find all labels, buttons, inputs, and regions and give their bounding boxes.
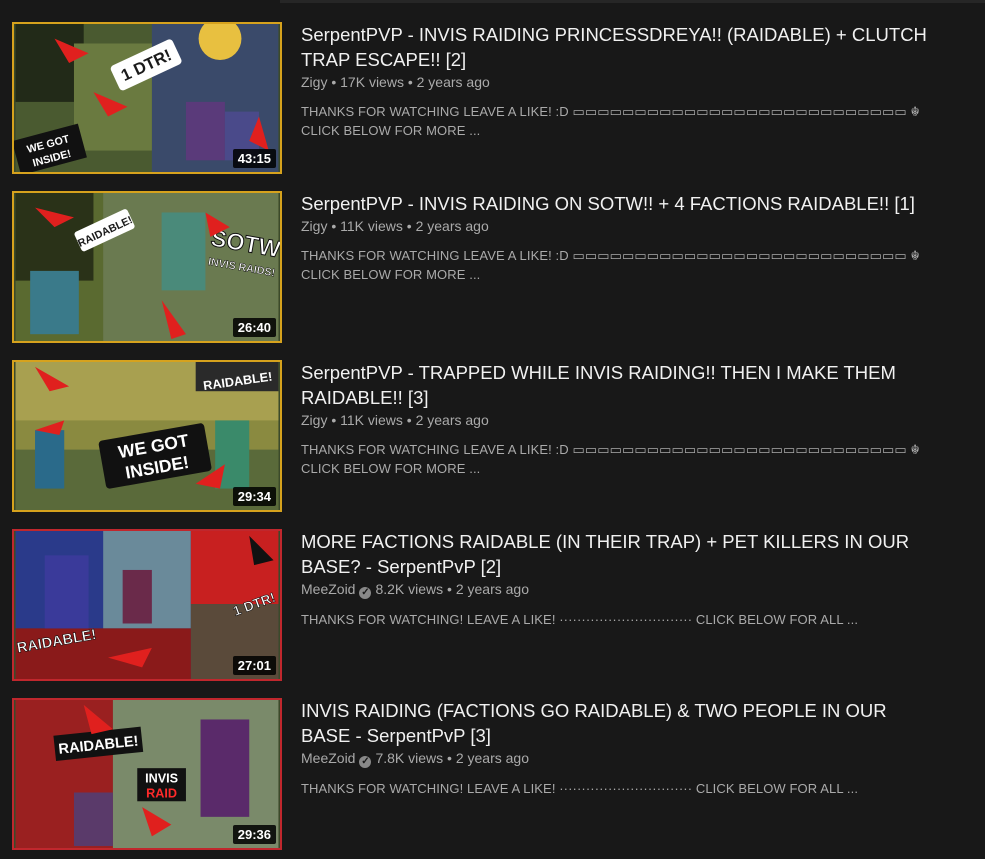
channel-name[interactable]: MeeZoid [301, 750, 355, 766]
svg-text:INVIS: INVIS [145, 772, 178, 786]
channel-name[interactable]: MeeZoid [301, 581, 355, 597]
channel-name[interactable]: Zigy [301, 218, 327, 234]
video-info: SerpentPVP - INVIS RAIDING PRINCESSDREYA… [301, 22, 941, 140]
video-description: THANKS FOR WATCHING LEAVE A LIKE! :D ▭▭▭… [301, 246, 941, 284]
video-result[interactable]: RAIDABLE! SOTW INVIS RAIDS! 26:40 Serpen… [0, 191, 985, 351]
video-stats: • [331, 412, 341, 428]
description-line: THANKS FOR WATCHING! LEAVE A LIKE! ·····… [301, 781, 859, 796]
video-info: SerpentPVP - TRAPPED WHILE INVIS RAIDING… [301, 360, 941, 478]
video-title[interactable]: SerpentPVP - INVIS RAIDING ON SOTW!! + 4… [301, 191, 941, 216]
description-line: CLICK BELOW FOR MORE ... [301, 267, 481, 282]
channel-name[interactable]: Zigy [301, 74, 327, 90]
video-title[interactable]: SerpentPVP - TRAPPED WHILE INVIS RAIDING… [301, 360, 941, 410]
video-info: SerpentPVP - INVIS RAIDING ON SOTW!! + 4… [301, 191, 941, 284]
video-stats-text: 17K views • 2 years ago [340, 74, 490, 90]
video-stats-text: 8.2K views • 2 years ago [375, 581, 530, 597]
video-duration: 29:34 [232, 487, 276, 506]
video-title[interactable]: MORE FACTIONS RAIDABLE (IN THEIR TRAP) +… [301, 529, 941, 579]
video-thumbnail[interactable]: 1 DTR! WE GOT INSIDE! 43:15 [12, 22, 282, 174]
video-result[interactable]: RAIDABLE! WE GOT INSIDE! 29:34 SerpentPV… [0, 360, 985, 520]
video-result[interactable]: RAIDABLE! 1 DTR! 27:01 MORE FACTIONS RAI… [0, 529, 985, 689]
video-thumbnail[interactable]: RAIDABLE! SOTW INVIS RAIDS! 26:40 [12, 191, 282, 343]
video-meta: MeeZoid ✓ 8.2K views • 2 years ago [301, 580, 941, 599]
description-line: CLICK BELOW FOR MORE ... [301, 461, 481, 476]
video-duration: 26:40 [232, 318, 276, 337]
video-thumbnail[interactable]: RAIDABLE! WE GOT INSIDE! 29:34 [12, 360, 282, 512]
video-meta: Zigy • 11K views • 2 years ago [301, 411, 941, 429]
video-result[interactable]: 1 DTR! WE GOT INSIDE! 43:15 SerpentPVP -… [0, 22, 985, 182]
description-line: THANKS FOR WATCHING LEAVE A LIKE! :D ▭▭▭… [301, 248, 920, 263]
video-description: THANKS FOR WATCHING! LEAVE A LIKE! ·····… [301, 610, 941, 629]
video-thumbnail[interactable]: RAIDABLE! 1 DTR! 27:01 [12, 529, 282, 681]
verified-badge-icon: ✓ [359, 587, 372, 599]
video-title[interactable]: SerpentPVP - INVIS RAIDING PRINCESSDREYA… [301, 22, 941, 72]
video-stats-text: 7.8K views • 2 years ago [375, 750, 530, 766]
video-meta: Zigy • 17K views • 2 years ago [301, 73, 941, 91]
top-divider [280, 0, 985, 3]
video-stats: • [331, 74, 341, 90]
channel-name[interactable]: Zigy [301, 412, 327, 428]
video-duration: 43:15 [232, 149, 276, 168]
verified-badge-icon: ✓ [359, 756, 372, 768]
svg-text:RAID: RAID [146, 786, 177, 800]
video-duration: 27:01 [232, 656, 276, 675]
video-thumbnail[interactable]: RAIDABLE! INVIS RAID 29:36 [12, 698, 282, 850]
video-description: THANKS FOR WATCHING! LEAVE A LIKE! ·····… [301, 779, 941, 798]
video-result[interactable]: RAIDABLE! INVIS RAID 29:36 INVIS RAIDING… [0, 698, 985, 858]
video-meta: Zigy • 11K views • 2 years ago [301, 217, 941, 235]
video-stats-text: 11K views • 2 years ago [340, 218, 489, 234]
video-info: MORE FACTIONS RAIDABLE (IN THEIR TRAP) +… [301, 529, 941, 629]
video-title[interactable]: INVIS RAIDING (FACTIONS GO RAIDABLE) & T… [301, 698, 941, 748]
video-description: THANKS FOR WATCHING LEAVE A LIKE! :D ▭▭▭… [301, 440, 941, 478]
video-stats-text: 11K views • 2 years ago [340, 412, 489, 428]
description-line: THANKS FOR WATCHING LEAVE A LIKE! :D ▭▭▭… [301, 442, 920, 457]
description-line: THANKS FOR WATCHING LEAVE A LIKE! :D ▭▭▭… [301, 104, 920, 119]
video-stats: • [331, 218, 341, 234]
video-info: INVIS RAIDING (FACTIONS GO RAIDABLE) & T… [301, 698, 941, 798]
description-line: THANKS FOR WATCHING! LEAVE A LIKE! ·····… [301, 612, 859, 627]
video-description: THANKS FOR WATCHING LEAVE A LIKE! :D ▭▭▭… [301, 102, 941, 140]
video-meta: MeeZoid ✓ 7.8K views • 2 years ago [301, 749, 941, 768]
description-line: CLICK BELOW FOR MORE ... [301, 123, 481, 138]
video-duration: 29:36 [232, 825, 276, 844]
